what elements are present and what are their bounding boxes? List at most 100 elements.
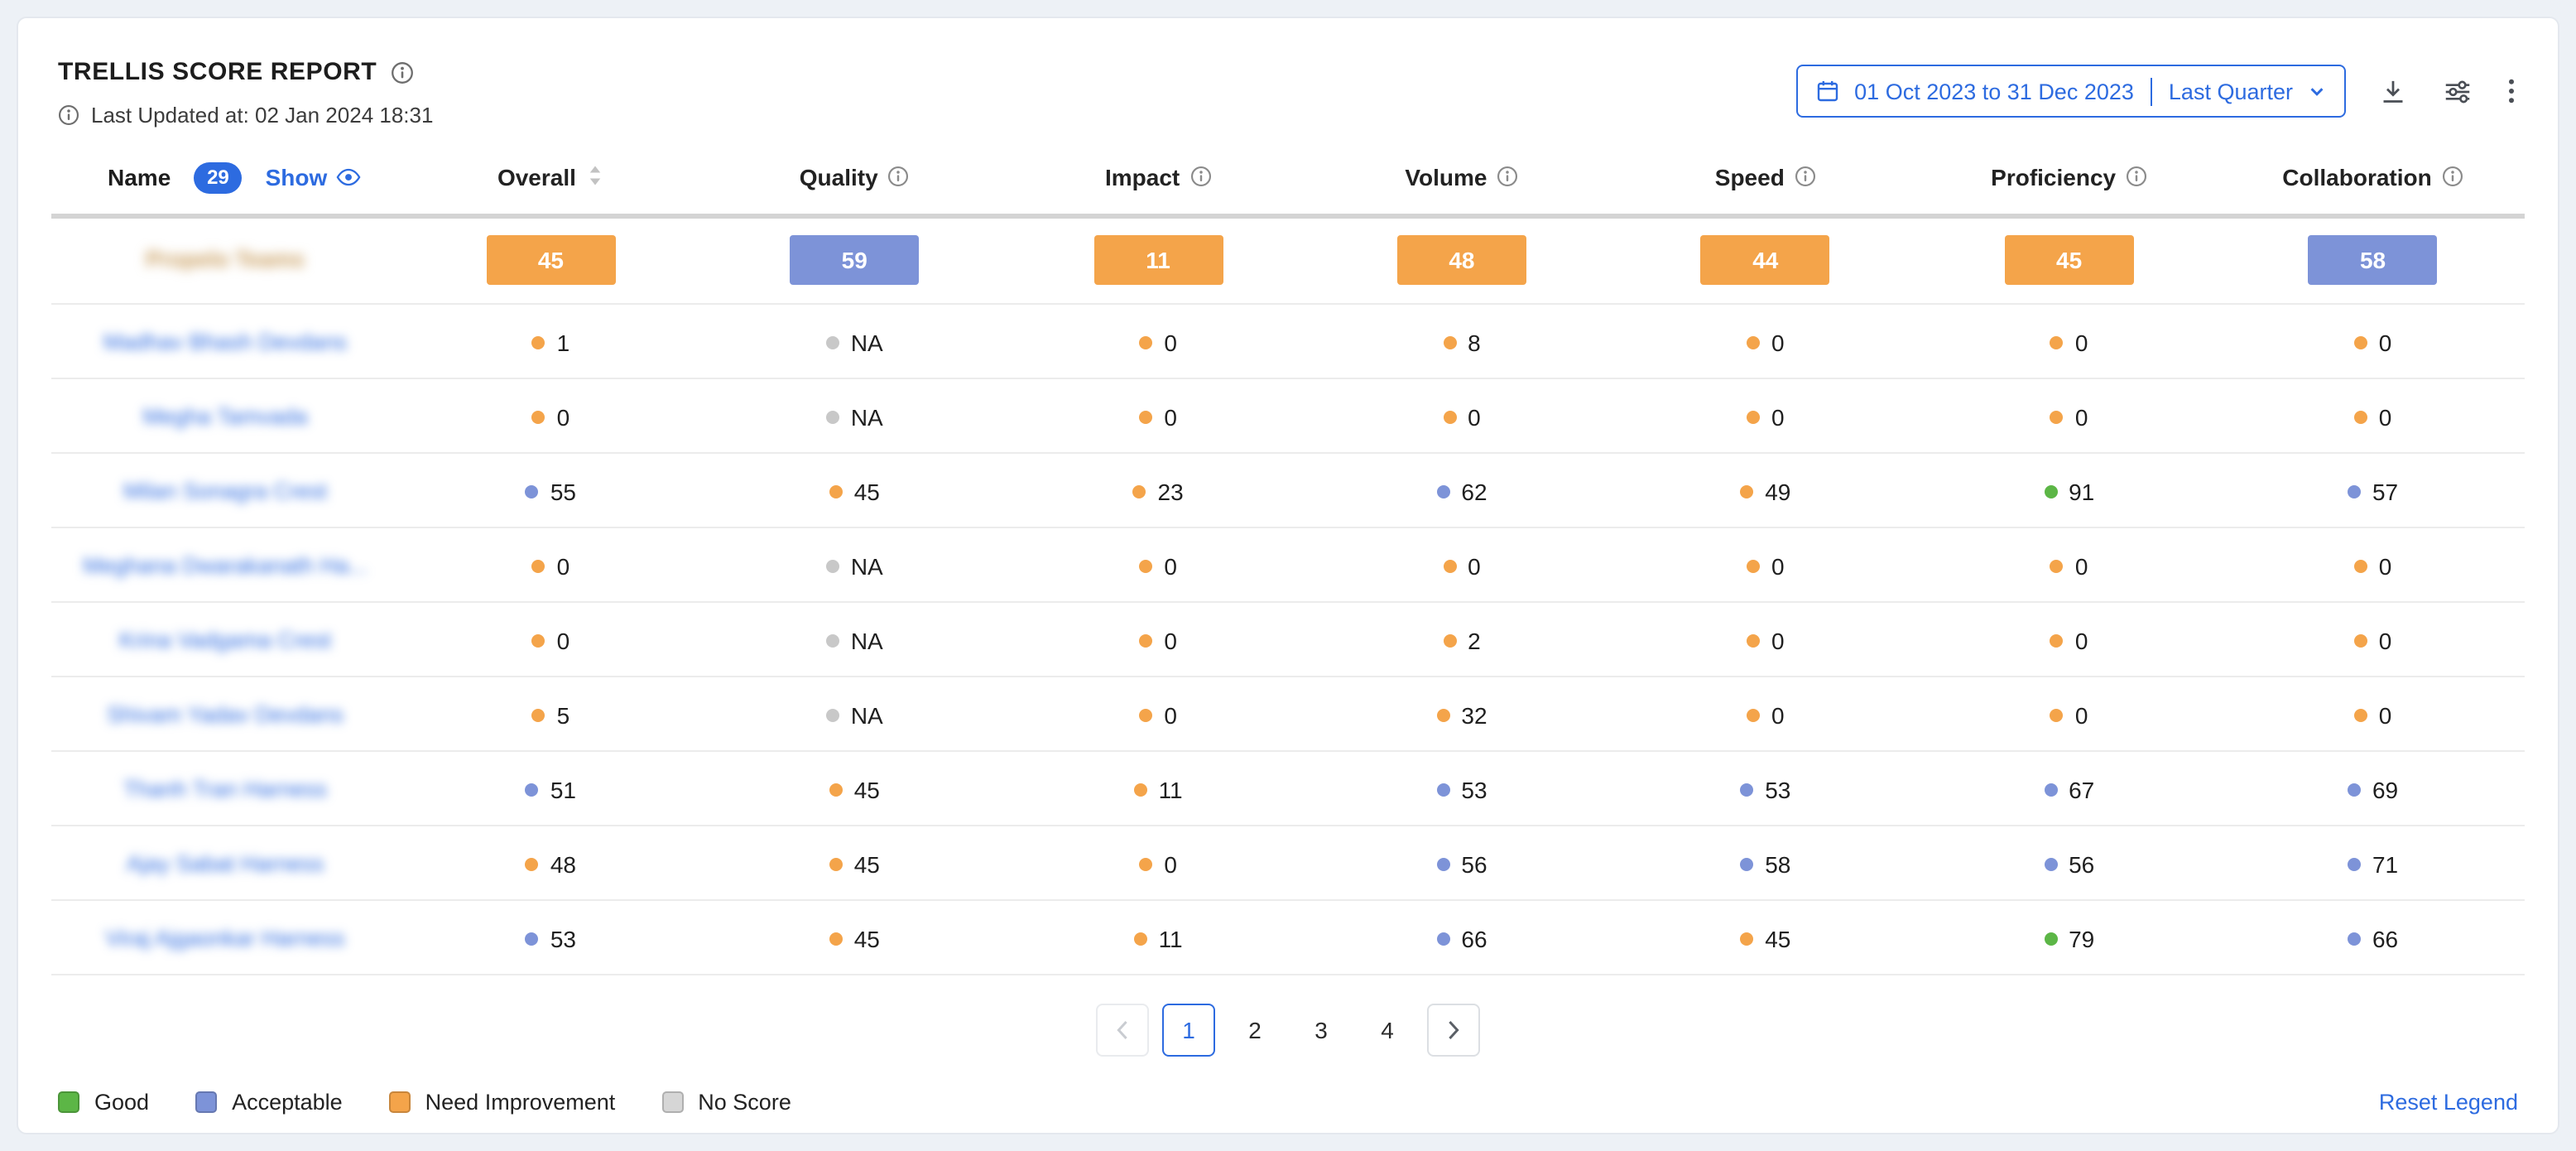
score-value: 79: [2044, 925, 2094, 951]
contributor-name-link[interactable]: Meghana Dwarakanath Ha...: [83, 553, 368, 578]
legend-swatch: [58, 1091, 79, 1113]
score-number: 45: [854, 850, 880, 877]
score-cell: 0: [2221, 304, 2525, 378]
team-score-cell: 58: [2221, 216, 2525, 304]
score-value: 0: [1443, 552, 1481, 579]
pagination-page-2[interactable]: 2: [1228, 1004, 1281, 1057]
info-icon[interactable]: [1795, 166, 1816, 192]
score-level-dot: [826, 559, 839, 572]
score-number: 0: [1771, 627, 1785, 653]
column-header-speed: Speed: [1613, 141, 1917, 216]
score-number: 0: [1468, 403, 1481, 430]
score-number: 32: [1461, 701, 1487, 728]
more-options-button[interactable]: [2505, 75, 2518, 108]
info-icon[interactable]: [888, 166, 910, 192]
contributor-name-link[interactable]: Krina Vadgama Crest: [119, 628, 331, 653]
contributor-name-cell: Milan Sonagra Crest: [51, 453, 399, 527]
score-level-dot: [2348, 932, 2361, 945]
title-info-icon[interactable]: [390, 60, 413, 84]
score-value: 0: [1139, 701, 1177, 728]
score-number: 0: [557, 552, 570, 579]
score-level-dot: [532, 559, 545, 572]
score-value: 62: [1436, 478, 1487, 504]
score-box: 48: [1397, 235, 1526, 285]
contributor-name-link[interactable]: Milan Sonagra Crest: [123, 479, 327, 503]
score-value: 58: [1740, 850, 1790, 877]
contributor-name-cell: Meghana Dwarakanath Ha...: [51, 527, 399, 602]
score-cell: 71: [2221, 826, 2525, 900]
pagination-page-4[interactable]: 4: [1361, 1004, 1414, 1057]
score-cell: 45: [1613, 900, 1917, 975]
score-level-dot: [2044, 857, 2057, 870]
score-number: 53: [1461, 776, 1487, 802]
last-updated-text: Last Updated at: 02 Jan 2024 18:31: [91, 103, 433, 128]
legend-item-need-improvement[interactable]: Need Improvement: [389, 1090, 616, 1115]
score-cell: 58: [1613, 826, 1917, 900]
info-icon[interactable]: [2442, 166, 2463, 192]
contributor-name-link[interactable]: Megha Tamvada: [142, 404, 307, 429]
score-value: 2: [1443, 627, 1481, 653]
score-value: 45: [829, 850, 880, 877]
legend-item-acceptable[interactable]: Acceptable: [195, 1090, 343, 1115]
sort-icon[interactable]: [586, 164, 604, 192]
table-row: Krina Vadgama Crest0NA02000: [51, 602, 2525, 677]
column-header-overall[interactable]: Overall: [399, 141, 703, 216]
score-number: 45: [854, 478, 880, 504]
score-level-dot: [1139, 857, 1152, 870]
score-level-dot: [1443, 559, 1456, 572]
score-number: 0: [2075, 403, 2088, 430]
settings-sliders-button[interactable]: [2440, 74, 2475, 108]
show-label: Show: [266, 164, 328, 190]
column-header-volume: Volume: [1310, 141, 1614, 216]
show-link[interactable]: Show: [266, 164, 361, 190]
score-value: 49: [1740, 478, 1790, 504]
contributor-name-link[interactable]: Thanh Tran Harness: [123, 777, 327, 802]
report-header: TRELLIS SCORE REPORT Last Updated at: 02…: [18, 18, 2558, 128]
score-level-dot: [826, 335, 839, 349]
score-value: 69: [2348, 776, 2398, 802]
score-cell: 91: [1917, 453, 2221, 527]
info-icon[interactable]: [1497, 166, 1518, 192]
score-level-dot: [1436, 857, 1449, 870]
download-button[interactable]: [2376, 74, 2410, 108]
score-number: 0: [1164, 403, 1177, 430]
score-level-dot: [1436, 932, 1449, 945]
info-icon[interactable]: [1189, 166, 1211, 192]
table-row: Megha Tamvada0NA00000: [51, 378, 2525, 453]
reset-legend-link[interactable]: Reset Legend: [2379, 1090, 2518, 1115]
pagination-next-button[interactable]: [1427, 1004, 1480, 1057]
score-number: 0: [1771, 552, 1785, 579]
contributor-name-cell: Krina Vadgama Crest: [51, 602, 399, 677]
contributor-name-link[interactable]: Shivam Yadav Devdans: [107, 702, 344, 727]
count-badge: 29: [194, 162, 243, 194]
score-number: 0: [1771, 701, 1785, 728]
score-number: 0: [2379, 329, 2392, 355]
info-icon[interactable]: [2126, 166, 2147, 192]
score-cell: 0: [1917, 677, 2221, 751]
score-level-dot: [2044, 484, 2057, 498]
team-name-link[interactable]: Propelo Teams: [146, 247, 305, 272]
contributor-name-link[interactable]: Madhav Bhash Devdans: [103, 330, 347, 354]
score-level-dot: [526, 484, 539, 498]
legend-item-no-score[interactable]: No Score: [661, 1090, 791, 1115]
score-level-dot: [1747, 559, 1760, 572]
score-number: 56: [1461, 850, 1487, 877]
score-value: 0: [1747, 552, 1785, 579]
score-level-dot: [532, 708, 545, 721]
score-value: 67: [2044, 776, 2094, 802]
contributor-name-link[interactable]: Viraj Ajgaonkar Harness: [105, 926, 344, 951]
pagination-prev-button[interactable]: [1096, 1004, 1149, 1057]
score-cell: 57: [2221, 453, 2525, 527]
pagination-page-1[interactable]: 1: [1162, 1004, 1215, 1057]
score-value: 23: [1133, 478, 1184, 504]
score-level-dot: [1747, 335, 1760, 349]
contributor-name-link[interactable]: Ajay Sabat Harness: [127, 851, 324, 876]
score-level-dot: [1139, 335, 1152, 349]
contributor-name-cell: Madhav Bhash Devdans: [51, 304, 399, 378]
date-range-picker[interactable]: 01 Oct 2023 to 31 Dec 2023 Last Quarter: [1796, 65, 2346, 118]
legend-item-good[interactable]: Good: [58, 1090, 149, 1115]
score-box: 45: [2005, 235, 2134, 285]
pagination-page-3[interactable]: 3: [1295, 1004, 1348, 1057]
report-header-left: TRELLIS SCORE REPORT Last Updated at: 02…: [58, 58, 433, 128]
contributor-name-cell: Ajay Sabat Harness: [51, 826, 399, 900]
